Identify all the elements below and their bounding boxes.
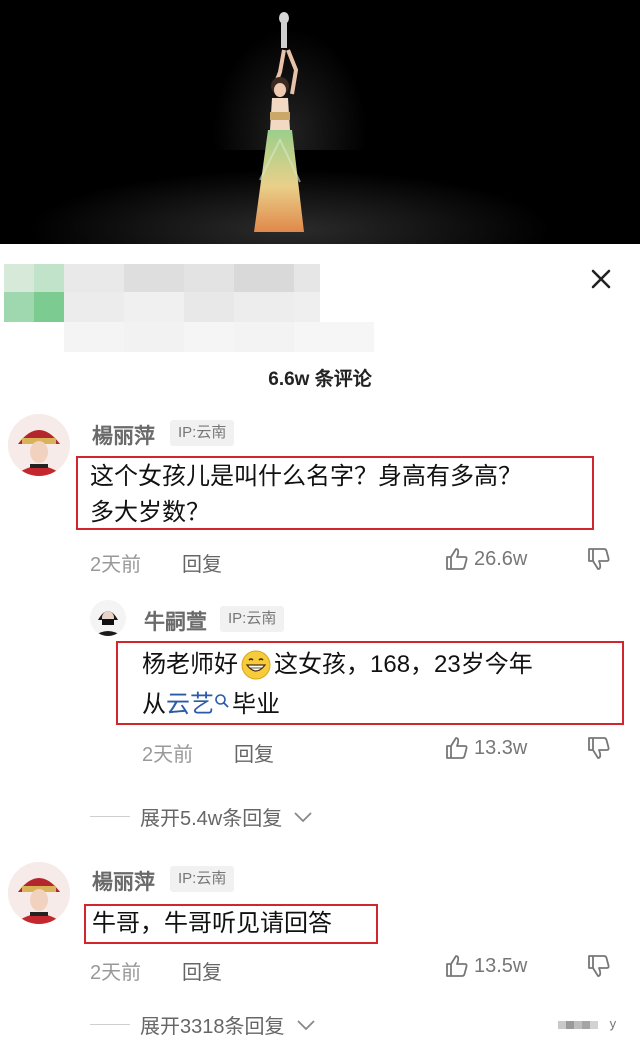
comment-time: 2天前 [90, 962, 142, 984]
search-link[interactable]: 云艺 [166, 686, 214, 724]
thumbs-down-icon[interactable] [586, 735, 612, 761]
divider-line [90, 1024, 130, 1025]
thumbs-up-icon [446, 955, 468, 977]
thumbs-down-icon[interactable] [586, 953, 612, 979]
comment-text-line: 这个女孩儿是叫什么名字？身高有多高？ [90, 463, 522, 490]
reply-text-segment: 杨老师好 [142, 651, 238, 678]
comment-text-line: 多大岁数？ [90, 499, 210, 526]
grin-emoji-icon [241, 650, 271, 680]
avatar-image [8, 414, 70, 476]
reply-button[interactable]: 回复 [234, 738, 274, 767]
reply-text-line: 杨老师好 这女孩，168，23岁今年 [142, 646, 533, 684]
expand-replies-button[interactable]: 展开5.4w条回复 [90, 802, 314, 831]
avatar-image [8, 862, 70, 924]
search-icon[interactable] [214, 693, 230, 709]
ip-location-tag: IP:云南 [220, 606, 285, 632]
reply-username[interactable]: 牛嗣萱 [144, 606, 207, 636]
avatar[interactable] [90, 600, 126, 636]
thumbs-up-icon [446, 548, 468, 570]
ip-location-tag: IP:云南 [170, 866, 235, 892]
reply-text-line: 从 云艺 毕业 [142, 686, 280, 724]
reply-text-segment: 这女孩，168，23岁今年 [274, 651, 533, 678]
dancer-figure [254, 12, 304, 232]
reply-time: 2天前 [142, 744, 194, 766]
video-player[interactable] [0, 0, 640, 244]
close-icon[interactable] [584, 262, 618, 296]
blurred-header [4, 264, 380, 354]
reply-button[interactable]: 回复 [182, 956, 222, 985]
thumbs-down-icon[interactable] [586, 546, 612, 572]
avatar-image [90, 600, 126, 636]
like-button[interactable]: 26.6w [444, 546, 527, 572]
comment-time: 2天前 [90, 554, 142, 576]
avatar[interactable] [8, 862, 70, 924]
reply-text-segment: 毕业 [232, 691, 280, 718]
thumbs-up-icon [446, 737, 468, 759]
comment-text-line: 牛哥，牛哥听见请回答 [92, 910, 332, 937]
expand-replies-label: 展开3318条回复 [140, 1016, 285, 1038]
reply-button[interactable]: 回复 [182, 548, 222, 577]
divider-line [90, 816, 130, 817]
expand-replies-button[interactable]: 展开3318条回复 [90, 1010, 317, 1039]
chevron-down-icon [296, 1019, 315, 1030]
chevron-down-icon [294, 811, 312, 822]
like-button[interactable]: 13.3w [444, 735, 527, 761]
like-button[interactable]: 13.5w [444, 953, 527, 979]
stage-floor [0, 150, 640, 244]
expand-replies-label: 展开5.4w条回复 [140, 808, 283, 830]
comment-username[interactable]: 楊丽萍 [92, 420, 155, 450]
like-count: 13.5w [474, 954, 528, 977]
like-count: 13.3w [474, 736, 528, 759]
avatar[interactable] [8, 414, 70, 476]
watermark-mosaic [558, 1020, 598, 1029]
ip-location-tag: IP:云南 [170, 420, 235, 446]
comment-count-title: 6.6w 条评论 [268, 369, 372, 390]
reply-text-segment: 从 [142, 691, 166, 718]
watermark-text: y [609, 1016, 617, 1031]
watermark: y [558, 1016, 616, 1032]
like-count: 26.6w [474, 547, 528, 570]
comment-username[interactable]: 楊丽萍 [92, 866, 155, 896]
